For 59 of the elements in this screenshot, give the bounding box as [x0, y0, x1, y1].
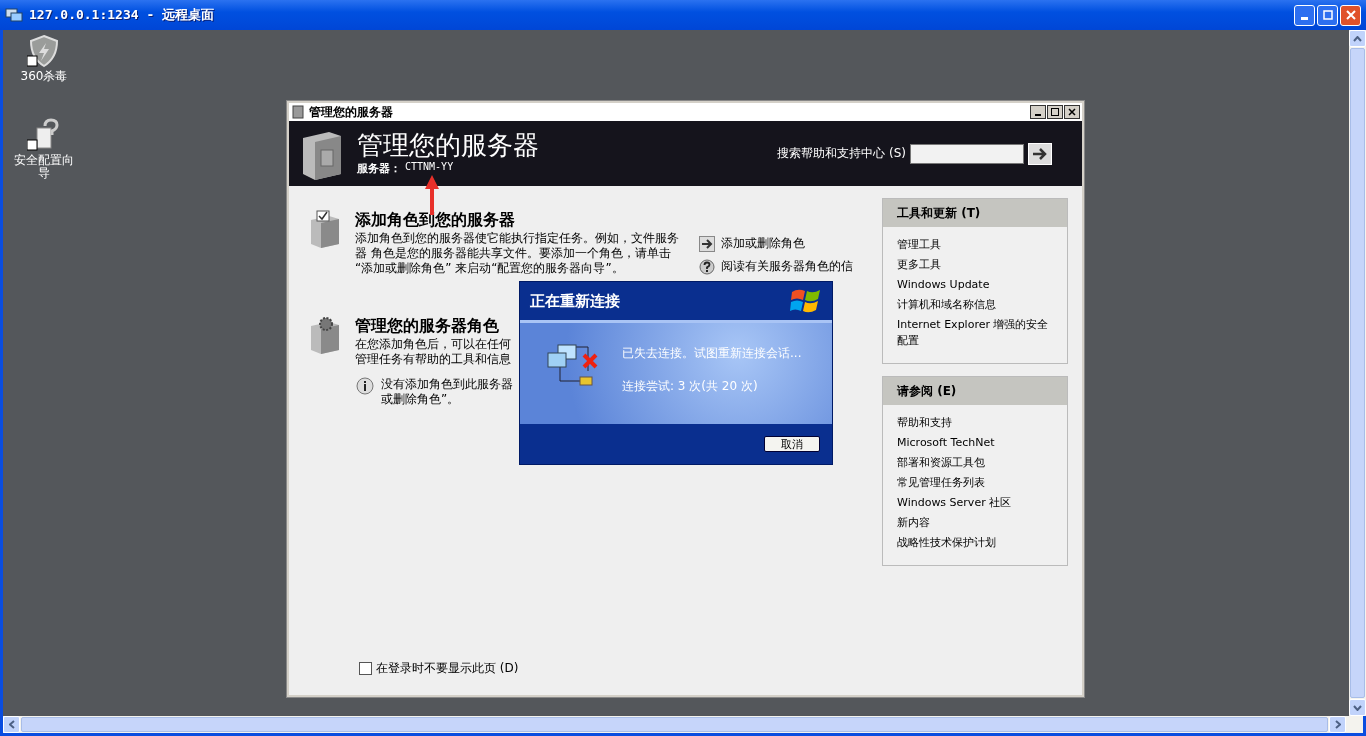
search-field[interactable] — [910, 143, 1024, 164]
panel-link[interactable]: Windows Server 社区 — [897, 495, 1057, 511]
section-description: 添加角色到您的服务器使它能执行指定任务。例如，文件服务 器 角色是您的服务器能共享文件。要添加一个角色，请单击 “添加或删除角色” 来启动“配置您的服务器向导”。 — [355, 231, 679, 276]
panel-link[interactable]: 部署和资源工具包 — [897, 455, 1057, 471]
maximize-button[interactable] — [1047, 105, 1063, 119]
server-label: 服务器： — [357, 161, 401, 177]
action-link[interactable]: 阅读有关服务器角色的信 — [721, 258, 853, 275]
section-title: 管理您的服务器角色 — [355, 316, 500, 337]
desktop-icon-label: 安全配置向导 — [13, 154, 75, 181]
dialog-message: 已失去连接。试图重新连接会话... — [622, 345, 802, 362]
panel-link[interactable]: 战略性技术保护计划 — [897, 535, 1057, 551]
shield-icon[interactable] — [27, 34, 61, 68]
server-gear-icon — [309, 316, 341, 354]
close-button[interactable] — [1064, 105, 1080, 119]
panel-link[interactable]: 常见管理任务列表 — [897, 475, 1057, 491]
arrow-icon — [699, 235, 715, 252]
panel-link[interactable]: Microsoft TechNet — [897, 435, 1057, 451]
search-label: 搜索帮助和支持中心 (S) — [777, 145, 906, 162]
panel-link[interactable]: 新内容 — [897, 515, 1057, 531]
panel-link[interactable]: 更多工具 — [897, 257, 1057, 273]
page-heading: 管理您的服务器 — [357, 130, 539, 160]
server-check-icon — [309, 210, 341, 248]
server-name: CTTNM-YY — [405, 161, 454, 175]
cancel-button[interactable]: 取消 — [764, 436, 820, 452]
help-icon — [699, 258, 715, 275]
panel-link[interactable]: Windows Update — [897, 277, 1057, 293]
info-icon — [355, 377, 375, 397]
panel-title: 工具和更新 (T) — [897, 204, 981, 222]
close-icon — [1068, 108, 1076, 116]
checkbox-label: 在登录时不要显示此页 (D) — [376, 660, 519, 677]
minimize-button[interactable] — [1030, 105, 1046, 119]
server-icon — [291, 105, 305, 119]
maximize-icon — [1051, 108, 1059, 116]
panel-title: 请参阅 (E) — [897, 382, 957, 400]
dialog-title: 正在重新连接 — [530, 291, 620, 311]
panel-link[interactable]: 管理工具 — [897, 237, 1057, 253]
minimize-icon — [1301, 16, 1308, 20]
panel-link[interactable]: Internet Explorer 增强的安全配置 — [897, 317, 1057, 349]
panel-link[interactable]: 计算机和域名称信息 — [897, 297, 1057, 313]
checkbox[interactable] — [359, 662, 372, 675]
scroll-left-icon[interactable] — [8, 720, 15, 729]
minimize-icon — [1035, 113, 1041, 116]
action-link[interactable]: 添加或删除角色 — [721, 235, 805, 252]
close-icon — [1345, 10, 1356, 20]
go-button[interactable] — [1028, 142, 1052, 165]
maximize-icon — [1322, 10, 1333, 20]
attempt-count: 连接尝试: 3 次(共 20 次) — [622, 378, 759, 395]
panel-link[interactable]: 帮助和支持 — [897, 415, 1057, 431]
scroll-right-icon[interactable] — [1334, 720, 1341, 729]
desktop-icon-label: 360杀毒 — [19, 70, 69, 84]
window-title: 127.0.0.1:1234 - 远程桌面 — [29, 6, 215, 24]
wizard-icon[interactable] — [27, 118, 61, 152]
scroll-down-icon[interactable] — [1353, 704, 1362, 711]
info-note: 没有添加角色到此服务器 或删除角色”。 — [381, 377, 513, 407]
section-description: 在您添加角色后，可以在任何 管理任务有帮助的工具和信息 — [355, 337, 511, 367]
window-title: 管理您的服务器 — [309, 103, 393, 121]
remote-desktop-icon — [5, 7, 23, 23]
arrow-icon — [1032, 146, 1048, 161]
scroll-up-icon[interactable] — [1353, 35, 1362, 42]
